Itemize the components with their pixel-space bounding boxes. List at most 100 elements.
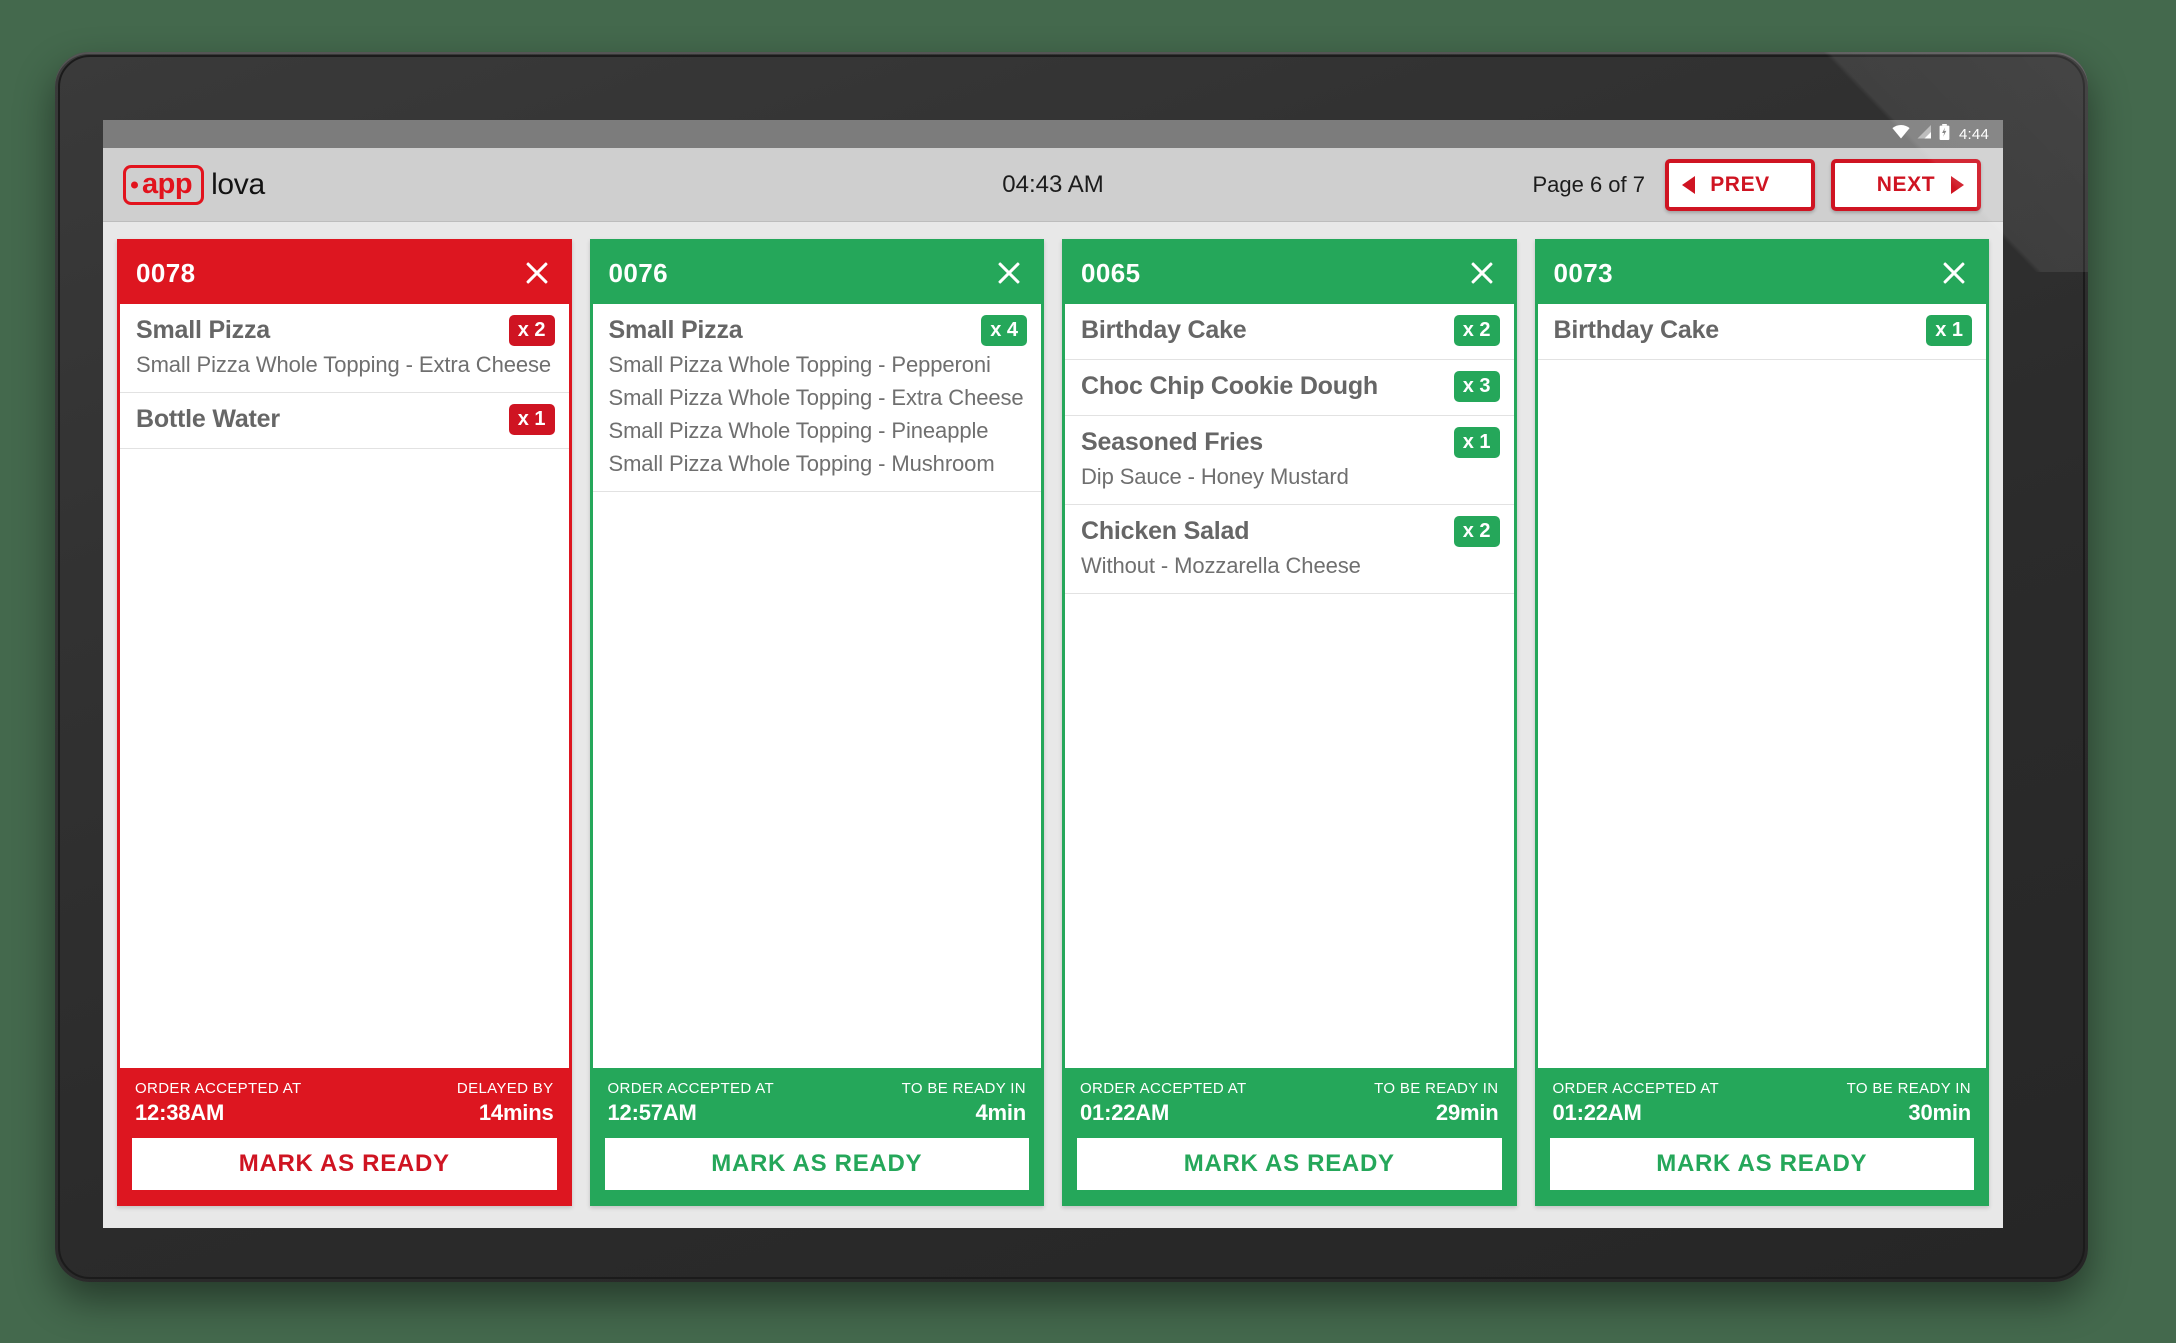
mark-as-ready-button[interactable]: MARK AS READY (1549, 1138, 1974, 1190)
order-card: 0078 Small Pizza x 2 Small Pizza Whole Topp… (117, 239, 572, 1206)
timer-label: TO BE READY IN (1846, 1080, 1971, 1098)
accepted-at-time: 01:22AM (1552, 1099, 1642, 1125)
accepted-at-block: ORDER ACCEPTED AT 01:22AM (1080, 1079, 1247, 1125)
accepted-at-time: 01:22AM (1080, 1099, 1170, 1125)
order-card-footer: ORDER ACCEPTED AT 12:57AM TO BE READY IN 4m… (592, 1068, 1041, 1203)
accepted-at-time: 12:57AM (607, 1099, 697, 1125)
logo-lova-text: lova (211, 167, 265, 201)
order-item-row: Choc Chip Cookie Dough x 3 (1065, 360, 1514, 416)
timer-block: TO BE READY IN 4min (901, 1079, 1027, 1125)
order-item-quantity-badge: x 2 (508, 315, 555, 346)
order-item-name: Small Pizza (608, 316, 743, 344)
accepted-at-label: ORDER ACCEPTED AT (1552, 1080, 1720, 1098)
app-header: app lova 04:43 AM Page 6 of 7 PREV NEXT (103, 148, 2003, 222)
order-item-row: Small Pizza x 2 Small Pizza Whole Topping … (120, 304, 569, 393)
order-card-header[interactable]: 0078 (120, 242, 569, 304)
order-item-quantity-badge: x 2 (1453, 315, 1500, 346)
signal-icon (1917, 124, 1932, 144)
accepted-at-time: 12:38AM (135, 1099, 225, 1125)
timer-value: 14mins (478, 1099, 554, 1125)
order-item-quantity-badge: x 1 (1926, 315, 1972, 346)
order-number: 0078 (136, 257, 196, 288)
order-item-list: Small Pizza x 4 Small Pizza Whole Topping … (592, 304, 1041, 1069)
close-icon[interactable] (1939, 258, 1969, 288)
order-item-row: Birthday Cake x 2 (1065, 304, 1514, 360)
order-item-name: Choc Chip Cookie Dough (1081, 372, 1378, 400)
accepted-at-label: ORDER ACCEPTED AT (135, 1080, 302, 1098)
order-item-modifier: Small Pizza Whole Topping - Extra Cheese (136, 352, 552, 377)
order-item-header: Seasoned Fries x 1 (1081, 427, 1500, 458)
accepted-at-block: ORDER ACCEPTED AT 12:57AM (608, 1079, 775, 1125)
chevron-right-icon (1951, 175, 1964, 194)
order-item-header: Choc Chip Cookie Dough x 3 (1081, 371, 1500, 402)
close-icon[interactable] (994, 258, 1024, 288)
timer-label: TO BE READY IN (1374, 1080, 1499, 1098)
order-item-list: Birthday Cake x 2 Choc Chip Cookie Dough x … (1065, 304, 1514, 1069)
order-item-modifier: Small Pizza Whole Topping - Extra Cheese (608, 384, 1024, 410)
order-item-header: Small Pizza x 4 (608, 315, 1027, 346)
order-card-header[interactable]: 0076 (592, 242, 1041, 304)
order-item-quantity-badge: x 3 (1453, 371, 1500, 402)
order-item-name: Birthday Cake (1553, 316, 1720, 344)
chevron-left-icon (1682, 175, 1695, 194)
timer-block: TO BE READY IN 30min (1846, 1079, 1972, 1125)
tablet-device-frame: 4:44 app lova 04:43 AM Page 6 of 7 PREV … (55, 52, 2088, 1282)
order-item-row: Seasoned Fries x 1 Dip Sauce - Honey Musta… (1065, 416, 1514, 505)
order-item-row: Birthday Cake x 1 (1537, 304, 1986, 360)
order-item-row: Chicken Salad x 2 Without - Mozzarella Che… (1065, 505, 1514, 594)
order-item-quantity-badge: x 1 (1453, 427, 1500, 458)
order-item-header: Birthday Cake x 2 (1081, 315, 1500, 346)
order-item-name: Small Pizza (136, 316, 270, 344)
order-item-modifier: Without - Mozzarella Cheese (1081, 552, 1361, 578)
mark-as-ready-button[interactable]: MARK AS READY (1077, 1138, 1502, 1190)
order-number: 0076 (608, 257, 668, 288)
order-card-header[interactable]: 0073 (1537, 242, 1986, 304)
order-card: 0065 Birthday Cake x 2 Choc Chip Cookie Dou… (1062, 239, 1517, 1206)
order-item-list: Birthday Cake x 1 (1537, 304, 1986, 1069)
order-item-quantity-badge: x 1 (508, 403, 555, 435)
order-card: 0076 Small Pizza x 4 Small Pizza Whole Topp… (589, 239, 1044, 1206)
mark-as-ready-button[interactable]: MARK AS READY (132, 1138, 557, 1190)
timer-block: TO BE READY IN 29min (1374, 1079, 1499, 1125)
accepted-at-label: ORDER ACCEPTED AT (1080, 1080, 1247, 1098)
order-timing-meta: ORDER ACCEPTED AT 01:22AM TO BE READY IN 30… (1550, 1079, 1975, 1125)
order-card-footer: ORDER ACCEPTED AT 01:22AM TO BE READY IN 29… (1065, 1068, 1514, 1203)
tablet-screen: 4:44 app lova 04:43 AM Page 6 of 7 PREV … (103, 120, 2003, 1228)
order-card: 0073 Birthday Cake x 1 ORDER ACCEPTED AT 01:… (1534, 239, 1989, 1206)
close-icon[interactable] (1467, 258, 1497, 288)
order-item-modifier: Small Pizza Whole Topping - Pineapple (608, 417, 989, 443)
order-item-list: Small Pizza x 2 Small Pizza Whole Topping … (120, 304, 569, 1069)
order-item-modifier: Small Pizza Whole Topping - Pepperoni (608, 352, 991, 377)
next-page-button[interactable]: NEXT (1831, 158, 1981, 211)
order-item-modifier: Small Pizza Whole Topping - Mushroom (608, 450, 995, 476)
timer-value: 29min (1435, 1099, 1499, 1125)
order-timing-meta: ORDER ACCEPTED AT 12:38AM DELAYED BY 14mins (132, 1079, 557, 1125)
order-timing-meta: ORDER ACCEPTED AT 12:57AM TO BE READY IN 4m… (605, 1079, 1030, 1125)
order-item-header: Birthday Cake x 1 (1553, 315, 1972, 346)
order-number: 0073 (1553, 257, 1613, 288)
order-timing-meta: ORDER ACCEPTED AT 01:22AM TO BE READY IN 29… (1077, 1079, 1502, 1125)
prev-page-button[interactable]: PREV (1665, 158, 1815, 211)
order-item-header: Small Pizza x 2 (136, 315, 555, 346)
logo-tag-icon: app (123, 164, 205, 205)
page-indicator: Page 6 of 7 (1532, 171, 1645, 197)
order-card-footer: ORDER ACCEPTED AT 12:38AM DELAYED BY 14mins… (120, 1068, 569, 1203)
header-right-controls: Page 6 of 7 PREV NEXT (1532, 158, 1981, 211)
timer-label: DELAYED BY (456, 1080, 554, 1098)
order-item-header: Bottle Water x 1 (136, 403, 555, 435)
timer-label: TO BE READY IN (901, 1080, 1026, 1098)
accepted-at-label: ORDER ACCEPTED AT (607, 1080, 775, 1098)
order-item-modifier: Dip Sauce - Honey Mustard (1081, 464, 1349, 489)
timer-block: DELAYED BY 14mins (457, 1079, 554, 1125)
logo-app-text: app (142, 167, 193, 200)
accepted-at-block: ORDER ACCEPTED AT 01:22AM (1553, 1079, 1720, 1125)
order-item-quantity-badge: x 4 (981, 315, 1027, 346)
order-item-name: Bottle Water (136, 404, 280, 433)
wifi-icon (1892, 124, 1910, 144)
close-icon[interactable] (522, 258, 552, 288)
prev-button-label: PREV (1710, 172, 1770, 196)
order-item-quantity-badge: x 2 (1453, 515, 1500, 547)
mark-as-ready-button[interactable]: MARK AS READY (604, 1138, 1029, 1190)
battery-charging-icon (1939, 123, 1950, 145)
order-card-header[interactable]: 0065 (1065, 242, 1514, 304)
